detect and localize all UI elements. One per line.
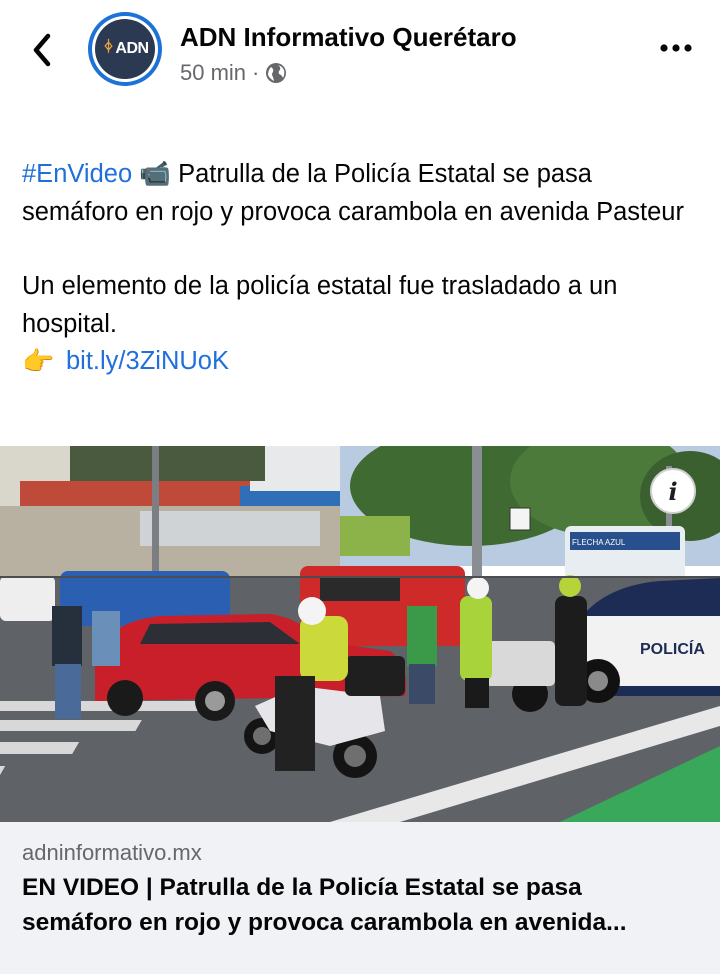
street-scene-image: FLECHA AZUL POLICÍA [0, 446, 720, 822]
post-photo[interactable]: FLECHA AZUL POLICÍA [0, 446, 720, 822]
chevron-left-icon [33, 33, 51, 67]
meta-separator: · [252, 60, 260, 85]
post-header: ᛄ ADN ADN Informativo Querétaro 50 min · [0, 0, 720, 100]
post-meta: 50 min · [180, 60, 287, 86]
bus-label: FLECHA AZUL [572, 538, 626, 547]
back-button[interactable] [28, 30, 58, 70]
more-options-button[interactable] [656, 36, 696, 60]
police-car-label: POLICÍA [640, 639, 705, 658]
avatar-logo-text: ADN [115, 40, 149, 57]
preview-domain: adninformativo.mx [22, 840, 202, 865]
globe-icon [266, 63, 287, 83]
page-name[interactable]: ADN Informativo Querétaro [180, 22, 517, 53]
preview-title-line-2: semáforo en rojo y provoca carambola en … [22, 909, 627, 936]
post-paragraph-1: #EnVideo 📹 Patrulla de la Policía Estata… [22, 156, 702, 231]
info-button[interactable]: i [650, 468, 696, 514]
more-dots-icon [660, 44, 692, 52]
pointing-hand-icon: 👉 [22, 346, 55, 376]
post-text: #EnVideo 📹 Patrulla de la Policía Estata… [22, 156, 702, 381]
post-link-line: 👉 bit.ly/3ZiNUoK [22, 343, 702, 381]
page-avatar[interactable]: ᛄ ADN [88, 12, 162, 86]
short-link[interactable]: bit.ly/3ZiNUoK [66, 343, 229, 381]
dna-icon: ᛄ [104, 38, 114, 55]
link-preview-card[interactable]: adninformativo.mx EN VIDEO | Patrulla de… [0, 822, 720, 974]
preview-title-line-1: EN VIDEO | Patrulla de la Policía Estata… [22, 874, 582, 901]
post-paragraph-2: Un elemento de la policía estatal fue tr… [22, 272, 618, 338]
preview-title: EN VIDEO | Patrulla de la Policía Estata… [22, 870, 712, 940]
post-time[interactable]: 50 min [180, 60, 246, 86]
hashtag-link[interactable]: #EnVideo [22, 160, 132, 188]
video-camera-icon: 📹 [139, 160, 171, 188]
